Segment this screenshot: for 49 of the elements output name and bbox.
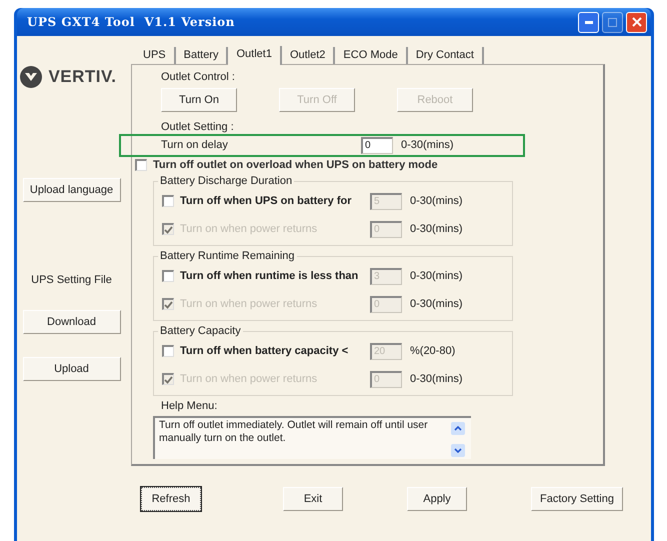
group-title: Battery Capacity (159, 325, 242, 337)
checkbox[interactable] (135, 159, 147, 171)
tab[interactable]: ECO Mode (335, 47, 408, 64)
checkbox-label: Turn off when battery capacity < (180, 345, 348, 357)
minimize-icon (584, 20, 592, 24)
upload-language-button[interactable]: Upload language (22, 178, 120, 202)
checkbox-label: Turn off when runtime is less than (180, 270, 358, 282)
action-button[interactable]: Refresh (141, 487, 201, 511)
maximize-icon (608, 18, 617, 26)
minimize-button[interactable] (578, 12, 599, 32)
tab[interactable]: Dry Contact (408, 47, 484, 64)
range-label: 0-30(mins) (401, 139, 454, 151)
window-title: UPS GXT4 Tool V1.1 Version (27, 15, 235, 29)
tab[interactable]: UPS (135, 47, 176, 64)
range-label: 0-30(mins) (410, 223, 463, 235)
file-button[interactable]: Download (22, 310, 120, 334)
help-text: Turn off outlet immediately. Outlet will remain off until user manually turn on the outlet. (158, 418, 429, 446)
section-label: Outlet Setting : (161, 121, 235, 133)
delay-field[interactable]: 0 (361, 136, 393, 154)
logo-icon (20, 66, 42, 88)
checkbox[interactable] (162, 195, 174, 207)
checkbox-label: Turn off outlet on overload when UPS on battery mode (153, 159, 438, 171)
group-title: Battery Runtime Remaining (159, 250, 296, 262)
checkbox-label: Turn off when UPS on battery for (180, 195, 352, 207)
checkbox[interactable] (162, 270, 174, 282)
action-button[interactable]: Exit (283, 487, 343, 511)
action-button[interactable]: Factory Setting (531, 487, 623, 511)
scroll-up-icon[interactable] (451, 422, 465, 435)
outlet-button[interactable]: Turn On (161, 88, 237, 112)
close-button[interactable] (626, 12, 647, 32)
range-label: %(20-80) (410, 345, 456, 357)
range-label: 0-30(mins) (410, 195, 463, 207)
section-label: Help Menu: (161, 400, 218, 412)
range-label: 0-30(mins) (410, 373, 463, 385)
range-label: 0-30(mins) (410, 298, 463, 310)
close-icon (632, 17, 642, 27)
group-title: Battery Discharge Duration (159, 175, 294, 187)
field-label: Turn on delay (161, 139, 229, 151)
tab[interactable]: Outlet2 (282, 47, 336, 64)
action-button[interactable]: Apply (407, 487, 467, 511)
checkbox[interactable] (162, 345, 174, 357)
tab[interactable]: Outlet1 (228, 46, 282, 65)
brand-name: VERTIV. (48, 67, 117, 87)
setting-file-label: UPS Setting File (31, 274, 112, 286)
file-button[interactable]: Upload (22, 357, 120, 381)
range-label: 0-30(mins) (410, 270, 463, 282)
scroll-down-icon[interactable] (451, 444, 465, 457)
section-label: Outlet Control : (161, 71, 236, 83)
maximize-button[interactable] (602, 12, 623, 32)
